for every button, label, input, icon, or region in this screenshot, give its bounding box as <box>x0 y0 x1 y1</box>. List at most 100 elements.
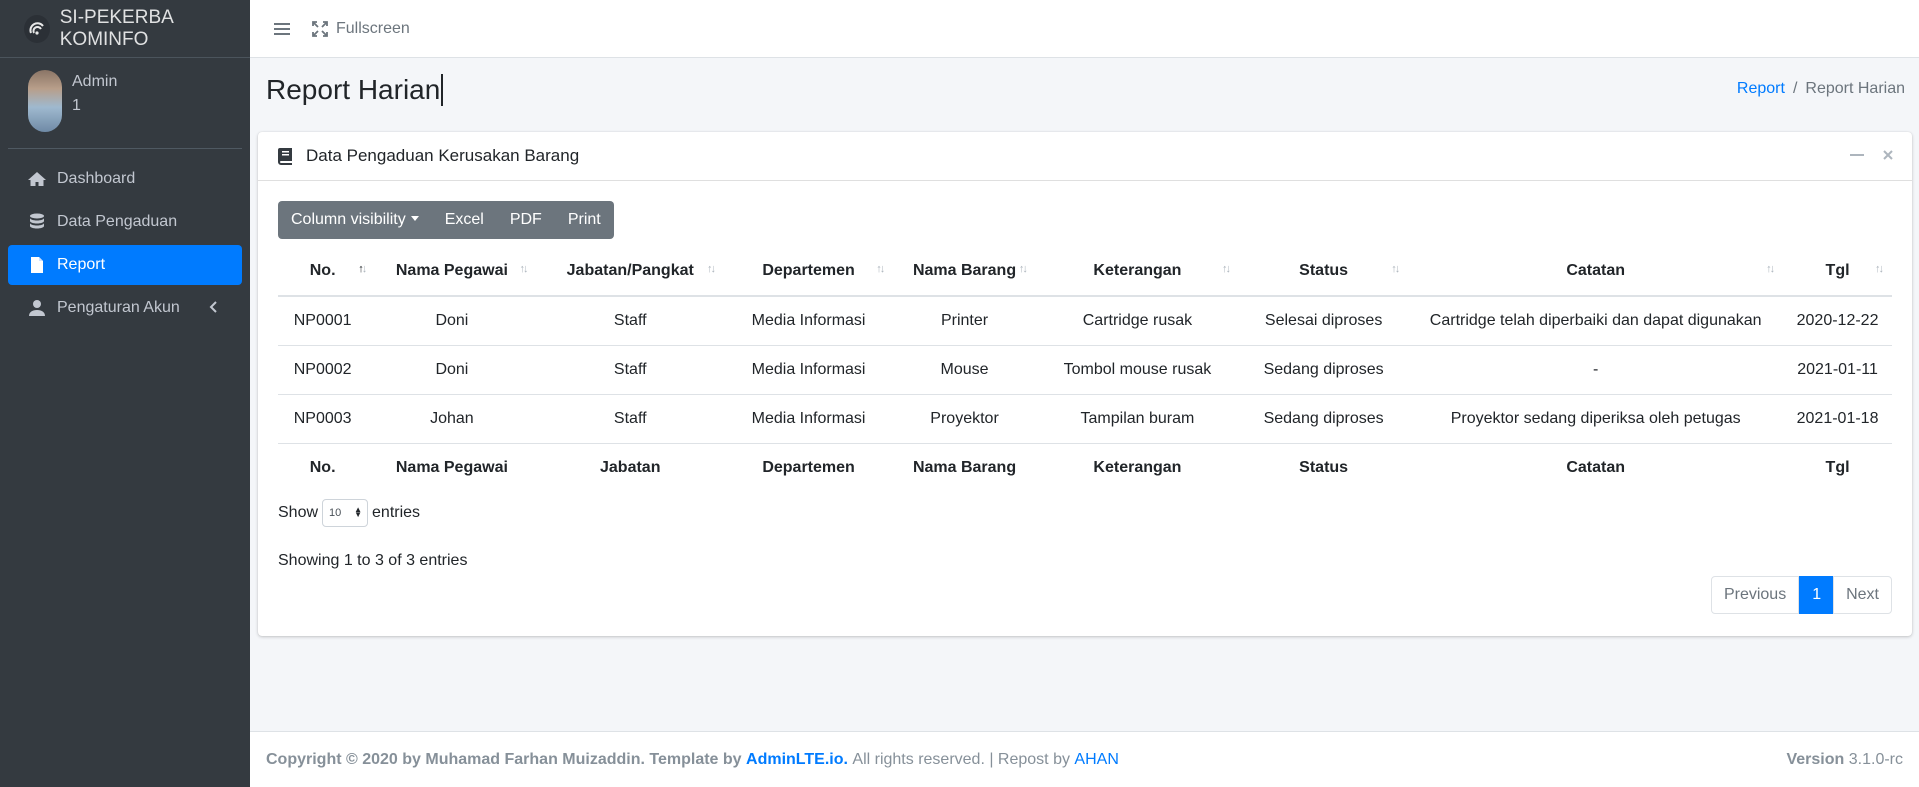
column-header-label: Catatan <box>1566 261 1626 279</box>
footer-version-label: Version <box>1786 750 1845 768</box>
column-footer: Keterangan <box>1035 442 1239 492</box>
sidebar-item-report[interactable]: Report <box>8 245 242 285</box>
sidebar-item-dashboard[interactable]: Dashboard <box>8 159 242 199</box>
column-header[interactable]: Nama Pegawai ↑↓ <box>367 246 537 297</box>
table-cell: Proyektor sedang diperiksa oleh petugas <box>1408 393 1784 443</box>
column-footer: Jabatan <box>536 442 724 492</box>
card-tools <box>1850 148 1894 162</box>
column-footer: Status <box>1239 442 1409 492</box>
select-arrows-icon: ▲ ▼ <box>354 505 363 519</box>
footer-adminlte-link[interactable]: AdminLTE.io. <box>746 751 848 769</box>
column-header[interactable]: Nama Barang ↑↓ <box>893 246 1036 297</box>
collapse-minus-icon[interactable] <box>1850 148 1864 162</box>
brand-title: SI-PEKERBA KOMINFO <box>59 6 173 50</box>
footer-rights: All rights reserved. | Repost by <box>852 750 1070 768</box>
table-info: Showing 1 to 3 of 3 entries <box>278 552 468 569</box>
column-header[interactable]: Tgl ↑↓ <box>1783 246 1892 297</box>
sort-icon: ↑↓ <box>1766 263 1775 275</box>
table-cell: Proyektor <box>893 393 1036 443</box>
table-cell: 2020-12-22 <box>1783 295 1892 345</box>
column-footer: Nama Pegawai <box>367 442 537 492</box>
sidebar-item-label: Dashboard <box>57 170 136 187</box>
sidebar-item-pengaturan-akun[interactable]: Pengaturan Akun <box>8 288 242 328</box>
table-cell: Staff <box>536 295 724 345</box>
brand-link[interactable]: SI-PEKERBA KOMINFO <box>0 0 250 58</box>
table-cell: Doni <box>367 295 537 345</box>
column-header[interactable]: Catatan ↑↓ <box>1408 246 1784 297</box>
column-header-label: Keterangan <box>1093 261 1182 279</box>
column-visibility-button[interactable]: Column visibility <box>278 201 432 239</box>
breadcrumb-current: Report Harian <box>1805 80 1905 97</box>
table-row: NP0002 Doni Staff Media Informasi Mouse Tombo… <box>278 344 1892 394</box>
sort-icon: ↑↓ <box>1875 263 1884 275</box>
database-icon <box>30 213 44 229</box>
table-cell: NP0003 <box>278 393 368 443</box>
table-cell: Johan <box>367 393 537 443</box>
sidebar: SI-PEKERBA KOMINFO Admin 1 Dashboard Dat… <box>0 0 250 787</box>
avatar <box>28 70 62 132</box>
excel-button[interactable]: Excel <box>432 201 497 239</box>
user-id: 1 <box>72 97 81 114</box>
table-cell: Cartridge telah diperbaiki dan dapat dig… <box>1408 295 1784 345</box>
breadcrumb-link-report[interactable]: Report <box>1737 80 1785 97</box>
sort-ascending-icon: ↑↓ <box>358 263 367 275</box>
sidebar-item-label: Report <box>57 256 106 273</box>
sort-icon: ↑↓ <box>1222 263 1231 275</box>
table-cell: Mouse <box>893 344 1036 394</box>
table-cell: 2021-01-11 <box>1783 344 1892 394</box>
sort-icon: ↑↓ <box>706 263 716 275</box>
column-header[interactable]: Status ↑↓ <box>1239 246 1409 297</box>
table-body: NP0001 Doni Staff Media Informasi Printer Car… <box>278 295 1892 443</box>
footer-version: Version 3.1.0-rc <box>1786 751 1903 769</box>
book-icon <box>278 147 292 165</box>
column-header-label: Jabatan/Pangkat <box>566 261 694 279</box>
sort-icon: ↑↓ <box>519 263 529 275</box>
footer-copyright: Copyright © 2020 by Muhamad Farhan Muiza… <box>266 750 742 768</box>
export-button-group: Column visibility Excel PDF Print <box>278 201 614 239</box>
column-header-label: Status <box>1299 261 1349 279</box>
column-header[interactable]: Keterangan ↑↓ <box>1035 246 1239 297</box>
footer-repost-link[interactable]: AHAN <box>1074 751 1118 769</box>
table-cell: Selesai diproses <box>1239 295 1409 345</box>
table-row: NP0003 Johan Staff Media Informasi Proyektor… <box>278 393 1892 443</box>
pagination-page-1[interactable]: 1 <box>1799 576 1835 614</box>
report-table: No. ↑↓ Nama Pegawai ↑↓ Jabatan/Pangkat ↑↓ Depa… <box>278 246 1892 492</box>
sidebar-item-data-pengaduan[interactable]: Data Pengaduan <box>8 202 242 242</box>
hamburger-menu-icon[interactable] <box>274 22 290 36</box>
column-header[interactable]: Departemen ↑↓ <box>723 246 894 297</box>
table-cell: Sedang diproses <box>1239 344 1409 394</box>
home-icon <box>28 172 46 186</box>
pdf-button[interactable]: PDF <box>497 201 555 239</box>
table-cell: Cartridge rusak <box>1035 295 1239 345</box>
table-cell: NP0001 <box>278 295 368 345</box>
caret-down-icon <box>410 216 419 221</box>
length-show-label: Show <box>278 504 319 521</box>
pagination-next[interactable]: Next <box>1833 576 1892 614</box>
table-header-row: No. ↑↓ Nama Pegawai ↑↓ Jabatan/Pangkat ↑↓ Depa… <box>278 246 1892 297</box>
user-panel: Admin 1 <box>8 58 242 149</box>
column-header-label: Tgl <box>1825 261 1850 279</box>
user-icon <box>29 300 45 316</box>
user-name[interactable]: Admin <box>72 70 117 94</box>
card-header: Data Pengaduan Kerusakan Barang <box>258 132 1912 181</box>
column-header[interactable]: Jabatan/Pangkat ↑↓ <box>536 246 724 297</box>
table-cell: Printer <box>893 295 1036 345</box>
length-select-wrap: 10 ▲ ▼ <box>318 499 372 527</box>
fullscreen-button[interactable]: Fullscreen <box>312 20 410 38</box>
page-length-control: Show 10 ▲ ▼ entries <box>278 499 420 527</box>
table-cell: NP0002 <box>278 344 368 394</box>
breadcrumb-separator: / <box>1792 80 1798 97</box>
sidebar-item-label: Pengaturan Akun <box>57 299 180 316</box>
content-header: Report Harian Report / Report Harian <box>266 74 1905 114</box>
pagination-previous[interactable]: Previous <box>1710 576 1800 614</box>
column-footer: Nama Barang <box>893 442 1036 492</box>
table-cell: Staff <box>536 344 724 394</box>
print-button[interactable]: Print <box>555 201 614 239</box>
fullscreen-label: Fullscreen <box>336 19 410 37</box>
table-cell: Media Informasi <box>723 393 894 443</box>
close-icon[interactable] <box>1882 148 1894 162</box>
table-cell: Sedang diproses <box>1239 393 1409 443</box>
column-header[interactable]: No. ↑↓ <box>278 246 368 297</box>
column-header-label: No. <box>309 261 336 279</box>
chevron-left-icon <box>209 301 217 313</box>
